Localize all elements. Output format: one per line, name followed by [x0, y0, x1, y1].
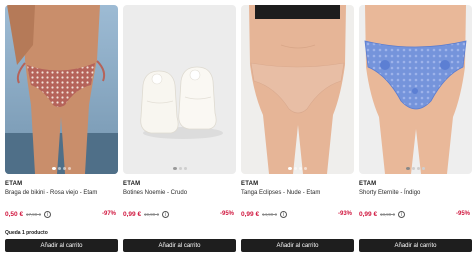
sale-price: 0,50 € [5, 211, 24, 218]
carousel-dots[interactable] [359, 167, 472, 170]
carousel-dot[interactable] [412, 167, 415, 170]
product-brand: ETAM [241, 181, 259, 187]
product-image[interactable] [241, 5, 354, 174]
carousel-dot[interactable] [178, 167, 182, 170]
original-price: 14,99 € [262, 212, 278, 217]
product-card[interactable]: ETAM Braga de bikini - Rosa viejo - Etam… [5, 5, 118, 252]
info-icon[interactable]: i [398, 211, 405, 218]
carousel-dot[interactable] [299, 167, 302, 170]
product-brand: ETAM [359, 181, 377, 187]
product-card[interactable]: ETAM Tanga Eclipses - Nude - Etam 0,99 €… [241, 5, 354, 252]
stock-notice: Queda 1 producto [5, 230, 48, 236]
carousel-dot[interactable] [288, 167, 292, 170]
add-to-cart-button[interactable]: Añadir al carrito [123, 239, 236, 252]
product-image[interactable] [123, 5, 236, 174]
price-row: 0,99 € 18,99 € i -95% [359, 211, 472, 220]
price-row: 0,99 € 14,99 € i -93% [241, 211, 354, 220]
product-brand: ETAM [5, 181, 23, 187]
product-image[interactable] [5, 5, 118, 174]
discount-badge: -93% [337, 211, 352, 217]
carousel-dot[interactable] [422, 167, 425, 170]
carousel-dot[interactable] [183, 167, 187, 170]
sale-price: 0,99 € [123, 211, 142, 218]
carousel-dot[interactable] [52, 167, 56, 170]
lace-shorty-photo-icon [359, 5, 472, 174]
carousel-dots[interactable] [123, 167, 236, 170]
product-name[interactable]: Braga de bikini - Rosa viejo - Etam [5, 190, 97, 196]
carousel-dot[interactable] [63, 167, 66, 170]
slipper-boots-photo-icon [123, 5, 236, 174]
product-name[interactable]: Shorty Eternite - Índigo [359, 190, 420, 196]
original-price: 19,99 € [144, 212, 160, 217]
info-icon[interactable]: i [162, 211, 169, 218]
original-price: 18,99 € [380, 212, 396, 217]
original-price: 17,99 € [26, 212, 42, 217]
add-to-cart-button[interactable]: Añadir al carrito [359, 239, 472, 252]
carousel-dot[interactable] [294, 167, 297, 170]
sale-price: 0,99 € [241, 211, 260, 218]
info-icon[interactable]: i [44, 211, 51, 218]
add-to-cart-button[interactable]: Añadir al carrito [241, 239, 354, 252]
carousel-dot[interactable] [417, 167, 420, 170]
product-name[interactable]: Botines Noemie - Crudo [123, 190, 187, 196]
thong-photo-icon [241, 5, 354, 174]
bikini-photo-icon [5, 5, 118, 174]
discount-badge: -95% [219, 211, 234, 217]
product-card[interactable]: ETAM Botines Noemie - Crudo 0,99 € 19,99… [123, 5, 236, 252]
price-row: 0,99 € 19,99 € i -95% [123, 211, 236, 220]
carousel-dots[interactable] [5, 167, 118, 170]
product-brand: ETAM [123, 181, 141, 187]
sale-price: 0,99 € [359, 211, 378, 218]
product-grid: ETAM Braga de bikini - Rosa viejo - Etam… [0, 0, 475, 253]
carousel-dot[interactable] [68, 167, 71, 170]
product-image[interactable] [359, 5, 472, 174]
product-card[interactable]: ETAM Shorty Eternite - Índigo 0,99 € 18,… [359, 5, 472, 252]
carousel-dot[interactable] [304, 167, 307, 170]
discount-badge: -97% [101, 211, 116, 217]
carousel-dots[interactable] [241, 167, 354, 170]
product-name[interactable]: Tanga Eclipses - Nude - Etam [241, 190, 320, 196]
add-to-cart-button[interactable]: Añadir al carrito [5, 239, 118, 252]
carousel-dot[interactable] [58, 167, 61, 170]
price-row: 0,50 € 17,99 € i -97% [5, 211, 118, 220]
info-icon[interactable]: i [280, 211, 287, 218]
carousel-dot[interactable] [406, 167, 410, 170]
carousel-dot[interactable] [172, 167, 177, 170]
discount-badge: -95% [455, 211, 470, 217]
